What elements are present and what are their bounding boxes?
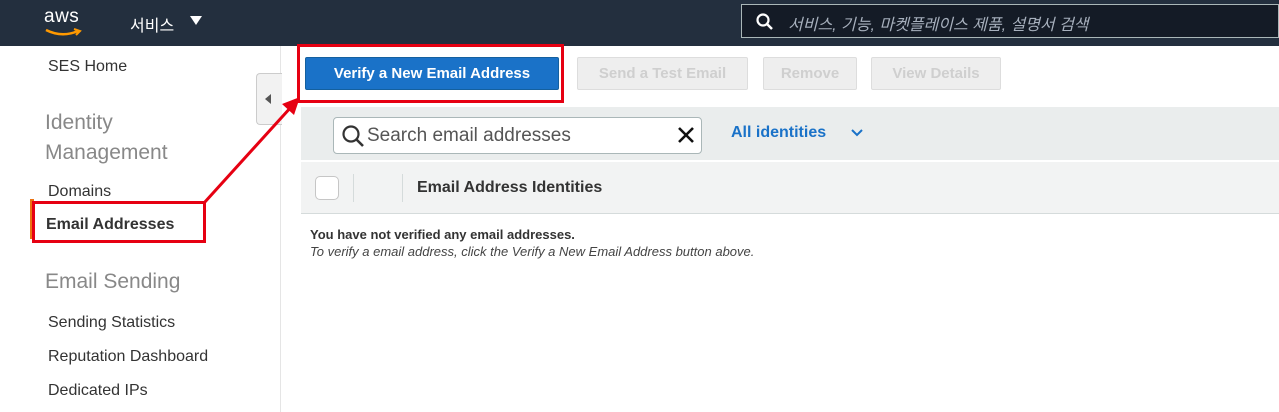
sidebar-item-reputation-dashboard[interactable]: Reputation Dashboard	[48, 348, 208, 366]
global-search-placeholder: 서비스, 기능, 마켓플레이스 제품, 설명서 검색	[788, 17, 1089, 34]
sidebar-section-email-sending: Email Sending	[45, 270, 181, 293]
annotation-box-verify-button	[297, 44, 564, 103]
identity-scope-dropdown[interactable]: All identities	[731, 124, 826, 142]
view-details-button[interactable]: View Details	[871, 57, 1001, 90]
annotation-arrow	[202, 97, 300, 205]
remove-button[interactable]: Remove	[763, 57, 857, 90]
search-icon	[342, 125, 364, 147]
column-divider	[353, 174, 354, 202]
clear-icon[interactable]	[676, 125, 696, 145]
empty-state-title: You have not verified any email addresse…	[310, 227, 575, 242]
send-test-email-button[interactable]: Send a Test Email	[577, 57, 748, 90]
chevron-down-icon[interactable]	[851, 128, 863, 138]
search-icon	[756, 13, 773, 30]
column-divider	[402, 174, 403, 202]
empty-state-hint: To verify a email address, click the Ver…	[310, 244, 755, 259]
global-search-input[interactable]: 서비스, 기능, 마켓플레이스 제품, 설명서 검색	[741, 4, 1279, 38]
sidebar-item-sending-statistics[interactable]: Sending Statistics	[48, 314, 175, 332]
column-header-email-identities[interactable]: Email Address Identities	[417, 179, 602, 197]
sidebar-item-dedicated-ips[interactable]: Dedicated IPs	[48, 382, 148, 400]
search-email-placeholder: Search email addresses	[367, 125, 571, 146]
